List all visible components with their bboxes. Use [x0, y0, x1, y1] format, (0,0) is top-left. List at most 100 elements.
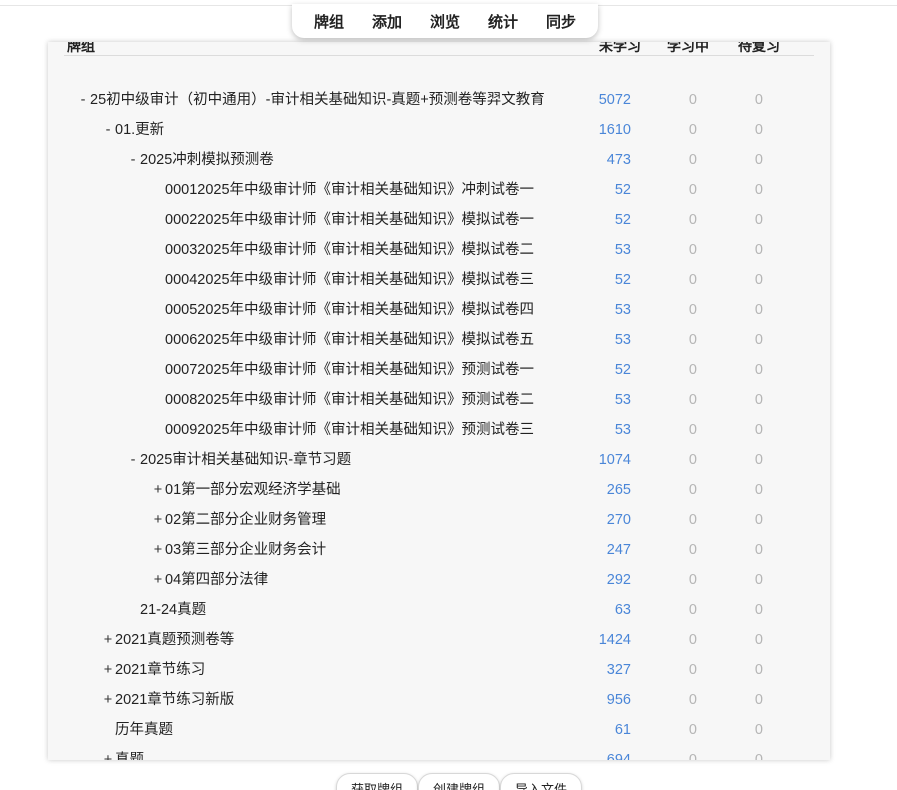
- review-count: 0: [754, 212, 763, 228]
- review-count: 0: [754, 602, 763, 618]
- collapse-icon[interactable]: -: [102, 115, 114, 145]
- deck-row[interactable]: +03第三部分企业财务会计 247 0 0: [48, 535, 830, 565]
- deck-row[interactable]: +04第四部分法律 292 0 0: [48, 565, 830, 595]
- deck-row[interactable]: 历年真题 61 0 0: [48, 715, 830, 745]
- deck-row[interactable]: +2021真题预测卷等 1424 0 0: [48, 625, 830, 655]
- expand-icon[interactable]: +: [152, 505, 164, 535]
- expand-icon[interactable]: +: [102, 745, 114, 760]
- deck-name[interactable]: 01第一部分宏观经济学基础: [165, 475, 341, 505]
- deck-name[interactable]: 2021真题预测卷等: [115, 625, 234, 655]
- import-file-button[interactable]: 导入文件: [500, 773, 583, 790]
- learning-count: 0: [688, 692, 697, 708]
- learning-count: 0: [688, 722, 697, 738]
- learning-count: 0: [688, 272, 697, 288]
- review-count: 0: [754, 752, 763, 760]
- deck-name[interactable]: 00032025年中级审计师《审计相关基础知识》模拟试卷二: [165, 235, 534, 265]
- deck-row[interactable]: 00062025年中级审计师《审计相关基础知识》模拟试卷五 53 0 0: [48, 325, 830, 355]
- expand-icon[interactable]: +: [152, 535, 164, 565]
- deck-name[interactable]: 2021章节练习新版: [115, 685, 234, 715]
- deck-name[interactable]: 2025冲刺模拟预测卷: [140, 145, 274, 175]
- learning-count: 0: [688, 452, 697, 468]
- deck-row[interactable]: 00082025年中级审计师《审计相关基础知识》预测试卷二 53 0 0: [48, 385, 830, 415]
- deck-row[interactable]: 00012025年中级审计师《审计相关基础知识》冲刺试卷一 52 0 0: [48, 175, 830, 205]
- new-count: 52: [614, 182, 631, 198]
- deck-name[interactable]: 00022025年中级审计师《审计相关基础知识》模拟试卷一: [165, 205, 534, 235]
- deck-row[interactable]: + 真题 694 0 0: [48, 745, 830, 760]
- deck-name[interactable]: 21-24真题: [140, 595, 206, 625]
- deck-name[interactable]: 00042025年中级审计师《审计相关基础知识》模拟试卷三: [165, 265, 534, 295]
- new-count: 292: [606, 572, 631, 588]
- review-count: 0: [754, 122, 763, 138]
- main-toolbar: 牌组 添加 浏览 统计 同步: [292, 4, 598, 38]
- collapse-icon[interactable]: -: [127, 145, 139, 175]
- deck-list-panel: 牌组 未学习 学习中 待复习 -25初中级审计（初中通用）-审计相关基础知识-真…: [48, 42, 830, 760]
- review-count: 0: [754, 272, 763, 288]
- tab-decks[interactable]: 牌组: [308, 11, 350, 32]
- review-count: 0: [754, 632, 763, 648]
- deck-row[interactable]: 21-24真题 63 0 0: [48, 595, 830, 625]
- expand-icon[interactable]: +: [152, 475, 164, 505]
- deck-row[interactable]: 00022025年中级审计师《审计相关基础知识》模拟试卷一 52 0 0: [48, 205, 830, 235]
- new-count: 52: [614, 272, 631, 288]
- deck-name[interactable]: 历年真题: [115, 715, 173, 745]
- deck-row[interactable]: 00032025年中级审计师《审计相关基础知识》模拟试卷二 53 0 0: [48, 235, 830, 265]
- learning-count: 0: [688, 122, 697, 138]
- review-count: 0: [754, 482, 763, 498]
- deck-name[interactable]: 00062025年中级审计师《审计相关基础知识》模拟试卷五: [165, 325, 534, 355]
- deck-name[interactable]: 03第三部分企业财务会计: [165, 535, 326, 565]
- learning-count: 0: [688, 242, 697, 258]
- expand-icon[interactable]: +: [152, 565, 164, 595]
- review-count: 0: [754, 362, 763, 378]
- deck-name[interactable]: 00082025年中级审计师《审计相关基础知识》预测试卷二: [165, 385, 534, 415]
- deck-row[interactable]: -2025审计相关基础知识-章节习题 1074 0 0: [48, 445, 830, 475]
- deck-name[interactable]: 00072025年中级审计师《审计相关基础知识》预测试卷一: [165, 355, 534, 385]
- learning-count: 0: [688, 542, 697, 558]
- deck-row[interactable]: -01.更新 1610 0 0: [48, 115, 830, 145]
- new-count: 5072: [598, 92, 631, 108]
- collapse-icon[interactable]: -: [127, 445, 139, 475]
- new-count: 956: [606, 692, 631, 708]
- expand-icon[interactable]: +: [102, 685, 114, 715]
- expand-icon[interactable]: +: [102, 625, 114, 655]
- learning-count: 0: [688, 212, 697, 228]
- review-count: 0: [754, 542, 763, 558]
- header-deck: 牌组: [67, 42, 95, 54]
- deck-name[interactable]: 25初中级审计（初中通用）-审计相关基础知识-真题+预测卷等羿文教育: [90, 85, 545, 115]
- deck-row[interactable]: 00042025年中级审计师《审计相关基础知识》模拟试卷三 52 0 0: [48, 265, 830, 295]
- deck-name[interactable]: 04第四部分法律: [165, 565, 268, 595]
- collapse-icon[interactable]: -: [77, 85, 89, 115]
- deck-name[interactable]: 02第二部分企业财务管理: [165, 505, 326, 535]
- deck-row[interactable]: 00092025年中级审计师《审计相关基础知识》预测试卷三 53 0 0: [48, 415, 830, 445]
- new-count: 53: [614, 332, 631, 348]
- expand-icon[interactable]: +: [102, 655, 114, 685]
- deck-row[interactable]: +2021章节练习新版 956 0 0: [48, 685, 830, 715]
- learning-count: 0: [688, 182, 697, 198]
- tab-browse[interactable]: 浏览: [424, 11, 466, 32]
- deck-row[interactable]: -25初中级审计（初中通用）-审计相关基础知识-真题+预测卷等羿文教育 5072 0…: [48, 85, 830, 115]
- deck-name[interactable]: 00012025年中级审计师《审计相关基础知识》冲刺试卷一: [165, 175, 534, 205]
- tab-sync[interactable]: 同步: [540, 11, 582, 32]
- deck-row[interactable]: +02第二部分企业财务管理 270 0 0: [48, 505, 830, 535]
- deck-row[interactable]: -2025冲刺模拟预测卷 473 0 0: [48, 145, 830, 175]
- learning-count: 0: [688, 632, 697, 648]
- deck-name[interactable]: 01.更新: [115, 115, 164, 145]
- deck-row[interactable]: 00072025年中级审计师《审计相关基础知识》预测试卷一 52 0 0: [48, 355, 830, 385]
- review-count: 0: [754, 392, 763, 408]
- tab-stats[interactable]: 统计: [482, 11, 524, 32]
- learning-count: 0: [688, 152, 697, 168]
- deck-row[interactable]: 00052025年中级审计师《审计相关基础知识》模拟试卷四 53 0 0: [48, 295, 830, 325]
- tab-add[interactable]: 添加: [366, 11, 408, 32]
- deck-tree: -25初中级审计（初中通用）-审计相关基础知识-真题+预测卷等羿文教育 5072 0…: [48, 85, 830, 760]
- deck-row[interactable]: +2021章节练习 327 0 0: [48, 655, 830, 685]
- get-shared-decks-button[interactable]: 获取牌组: [336, 773, 419, 790]
- deck-name[interactable]: 2021章节练习: [115, 655, 205, 685]
- create-deck-button[interactable]: 创建牌组: [418, 773, 501, 790]
- new-count: 53: [614, 392, 631, 408]
- deck-name[interactable]: 00052025年中级审计师《审计相关基础知识》模拟试卷四: [165, 295, 534, 325]
- deck-row[interactable]: +01第一部分宏观经济学基础 265 0 0: [48, 475, 830, 505]
- learning-count: 0: [688, 662, 697, 678]
- deck-name[interactable]: 真题: [115, 745, 144, 760]
- deck-name[interactable]: 00092025年中级审计师《审计相关基础知识》预测试卷三: [165, 415, 534, 445]
- deck-name[interactable]: 2025审计相关基础知识-章节习题: [140, 445, 351, 475]
- learning-count: 0: [688, 422, 697, 438]
